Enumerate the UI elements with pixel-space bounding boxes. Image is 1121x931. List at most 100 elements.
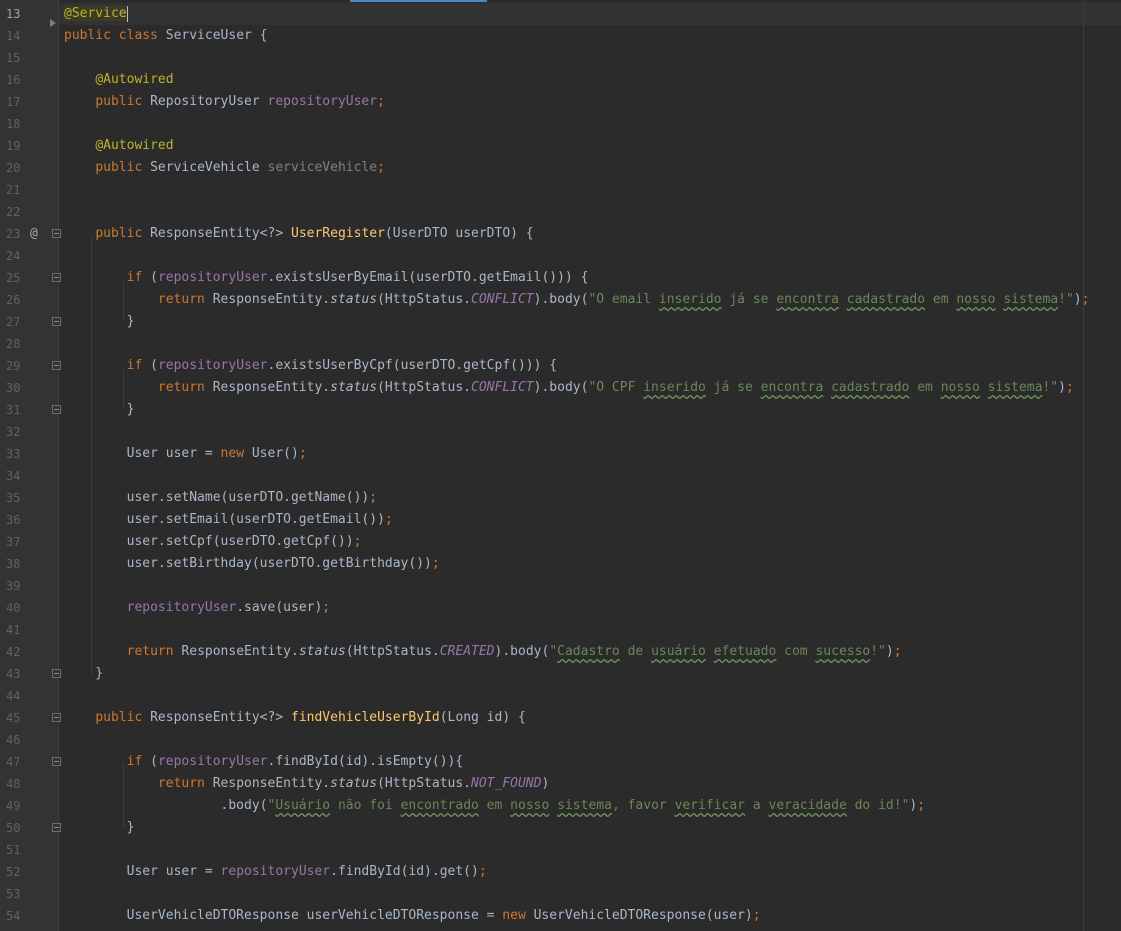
code-line[interactable]: return ResponseEntity.status(HttpStatus.… bbox=[59, 641, 1121, 663]
code-line[interactable] bbox=[59, 113, 1121, 135]
code-line[interactable]: User user = new User(); bbox=[59, 443, 1121, 465]
code-line[interactable]: user.setEmail(userDTO.getEmail()); bbox=[59, 509, 1121, 531]
code-token: ) bbox=[1058, 380, 1066, 395]
code-line[interactable]: .body("Usuário não foi encontrado em nos… bbox=[59, 795, 1121, 817]
code-line[interactable]: user.setCpf(userDTO.getCpf()); bbox=[59, 531, 1121, 553]
code-line[interactable] bbox=[59, 685, 1121, 707]
code-line-text: User user = repositoryUser.findById(id).… bbox=[64, 861, 487, 883]
code-token: ; bbox=[478, 864, 487, 879]
code-line[interactable]: return ResponseEntity.status(HttpStatus.… bbox=[59, 289, 1121, 311]
code-token: ; bbox=[1065, 380, 1074, 395]
code-token: efetuado bbox=[713, 644, 777, 659]
line-number: 43 bbox=[6, 667, 21, 681]
code-token: de bbox=[619, 644, 652, 659]
code-line-text: public RepositoryUser repositoryUser; bbox=[64, 91, 385, 113]
line-number-gutter[interactable]: 13 14 15 16 17 18 19 20 21 22 23 @24 25 26 27 28 29 30 31 3… bbox=[0, 0, 61, 931]
code-line[interactable]: return ResponseEntity.status(HttpStatus.… bbox=[59, 773, 1121, 795]
code-token: a bbox=[745, 798, 769, 813]
line-number: 14 bbox=[6, 29, 21, 43]
indent-guide bbox=[123, 279, 124, 322]
code-line[interactable] bbox=[59, 245, 1121, 267]
line-number: 19 bbox=[6, 139, 21, 153]
line-number: 42 bbox=[6, 645, 21, 659]
code-token: encontrado bbox=[400, 798, 479, 813]
code-line[interactable]: repositoryUser.save(user); bbox=[59, 597, 1121, 619]
code-token: user.setEmail(userDTO.getEmail()) bbox=[64, 512, 385, 527]
code-line[interactable]: user.setName(userDTO.getName()); bbox=[59, 487, 1121, 509]
code-token: repositoryUser bbox=[157, 754, 268, 769]
code-line-text: @Service bbox=[64, 3, 128, 25]
code-line-text: return ResponseEntity.status(HttpStatus.… bbox=[64, 377, 1074, 399]
code-token: !" bbox=[1058, 292, 1074, 307]
code-token: CONFLICT bbox=[471, 380, 534, 395]
code-token: cadastrado bbox=[846, 292, 926, 307]
code-line[interactable]: } bbox=[59, 311, 1121, 333]
code-line[interactable]: public ResponseEntity<?> findVehicleUser… bbox=[59, 707, 1121, 729]
line-number: 53 bbox=[6, 887, 21, 901]
code-token: nosso bbox=[956, 292, 996, 307]
code-token: sistema bbox=[987, 380, 1043, 395]
line-number: 47 bbox=[6, 755, 21, 769]
code-token: sucesso bbox=[815, 644, 871, 659]
code-area[interactable]: @Service public class ServiceUser { @Auto… bbox=[59, 0, 1121, 931]
run-gutter-icon[interactable] bbox=[50, 19, 56, 27]
code-line[interactable] bbox=[59, 465, 1121, 487]
code-line[interactable]: @Autowired bbox=[59, 69, 1121, 91]
code-token: Cadastro bbox=[557, 644, 620, 659]
code-token: ; bbox=[893, 644, 902, 659]
code-line[interactable]: if (repositoryUser.existsUserByEmail(use… bbox=[59, 267, 1121, 289]
code-token: CONFLICT bbox=[471, 292, 534, 307]
code-line[interactable] bbox=[59, 619, 1121, 641]
code-line[interactable]: public ServiceVehicle serviceVehicle; bbox=[59, 157, 1121, 179]
code-line[interactable] bbox=[59, 47, 1121, 69]
code-token: .save(user) bbox=[236, 600, 323, 615]
code-line[interactable] bbox=[59, 421, 1121, 443]
code-line[interactable]: } bbox=[59, 399, 1121, 421]
code-token: repositoryUser bbox=[126, 600, 237, 615]
code-line[interactable]: User user = repositoryUser.findById(id).… bbox=[59, 861, 1121, 883]
code-token: ResponseEntity. bbox=[212, 292, 331, 307]
code-line[interactable] bbox=[59, 839, 1121, 861]
line-number: 37 bbox=[6, 535, 21, 549]
code-line[interactable]: } bbox=[59, 817, 1121, 839]
code-line[interactable] bbox=[59, 575, 1121, 597]
code-token: findVehicleUserById bbox=[291, 710, 440, 725]
code-line[interactable]: public class ServiceUser { bbox=[59, 25, 1121, 47]
code-line[interactable]: user.setBirthday(userDTO.getBirthday()); bbox=[59, 553, 1121, 575]
override-marker-icon[interactable]: @ bbox=[30, 223, 44, 245]
code-line[interactable] bbox=[59, 729, 1121, 751]
code-line[interactable]: @Autowired bbox=[59, 135, 1121, 157]
code-token: if bbox=[126, 358, 151, 373]
code-line[interactable]: if (repositoryUser.findById(id).isEmpty(… bbox=[59, 751, 1121, 773]
line-number: 41 bbox=[6, 623, 21, 637]
code-token: ; bbox=[353, 534, 362, 549]
code-line[interactable] bbox=[59, 333, 1121, 355]
code-line[interactable]: return ResponseEntity.status(HttpStatus.… bbox=[59, 377, 1121, 399]
code-editor[interactable]: 13 14 15 16 17 18 19 20 21 22 23 @24 25 26 27 28 29 30 31 3… bbox=[0, 0, 1121, 931]
line-number: 27 bbox=[6, 315, 21, 329]
code-line-text: User user = new User(); bbox=[64, 443, 307, 465]
code-line[interactable]: if (repositoryUser.existsUserByCpf(userD… bbox=[59, 355, 1121, 377]
code-line[interactable]: public ResponseEntity<?> UserRegister(Us… bbox=[59, 223, 1121, 245]
code-line[interactable]: } bbox=[59, 663, 1121, 685]
line-number: 25 bbox=[6, 271, 21, 285]
line-number: 32 bbox=[6, 425, 21, 439]
code-line[interactable] bbox=[59, 883, 1121, 905]
indent-guide bbox=[123, 367, 124, 410]
code-line[interactable] bbox=[59, 179, 1121, 201]
code-token: (UserDTO userDTO) { bbox=[384, 226, 534, 241]
code-token: ; bbox=[917, 798, 926, 813]
code-line[interactable]: public RepositoryUser repositoryUser; bbox=[59, 91, 1121, 113]
code-token: status bbox=[330, 776, 378, 791]
code-line[interactable]: @Service bbox=[59, 3, 1121, 25]
line-number: 30 bbox=[6, 381, 21, 395]
code-line-text: .body("Usuário não foi encontrado em nos… bbox=[64, 795, 926, 817]
code-line[interactable]: UserVehicleDTOResponse userVehicleDTORes… bbox=[59, 905, 1121, 927]
code-token: nosso bbox=[510, 798, 550, 813]
code-token: ; bbox=[377, 160, 385, 175]
code-token: " bbox=[549, 644, 558, 659]
code-line[interactable] bbox=[59, 201, 1121, 223]
code-token: @Autowired bbox=[95, 72, 174, 87]
